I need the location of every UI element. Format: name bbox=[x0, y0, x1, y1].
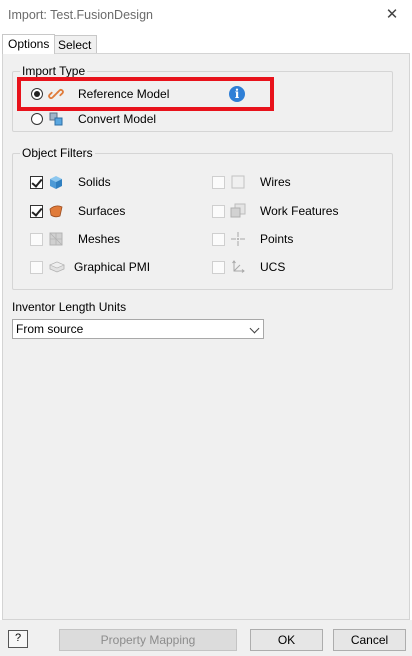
wires-checkbox[interactable] bbox=[212, 175, 225, 189]
filter-solids[interactable]: Solids bbox=[30, 173, 111, 191]
chevron-down-icon bbox=[249, 323, 260, 334]
surface-icon bbox=[49, 205, 63, 218]
filter-wires[interactable]: Wires bbox=[212, 173, 291, 191]
ok-button[interactable]: OK bbox=[250, 629, 323, 651]
property-mapping-button[interactable]: Property Mapping bbox=[59, 629, 237, 651]
tab-select[interactable]: Select bbox=[52, 35, 98, 54]
convert-model-label: Convert Model bbox=[78, 112, 157, 126]
length-units-value: From source bbox=[16, 322, 84, 336]
object-filters-legend: Object Filters bbox=[20, 146, 95, 160]
surfaces-checkbox[interactable] bbox=[30, 204, 43, 218]
graphical-pmi-label: Graphical PMI bbox=[74, 260, 151, 274]
length-units-select[interactable]: From source bbox=[12, 319, 264, 339]
filter-graphical-pmi[interactable]: Graphical PMI bbox=[30, 258, 150, 276]
points-label: Points bbox=[260, 232, 294, 246]
filter-points[interactable]: Points bbox=[212, 230, 293, 248]
filter-ucs[interactable]: UCS bbox=[212, 258, 285, 276]
work-features-checkbox[interactable] bbox=[212, 204, 225, 218]
convert-model-option[interactable]: Convert Model bbox=[31, 110, 156, 128]
solids-label: Solids bbox=[78, 175, 111, 189]
point-icon bbox=[231, 232, 245, 246]
length-units-label: Inventor Length Units bbox=[12, 300, 127, 314]
meshes-checkbox[interactable] bbox=[30, 232, 43, 246]
filter-meshes[interactable]: Meshes bbox=[30, 230, 120, 248]
help-icon[interactable]: ? bbox=[8, 630, 28, 648]
window-title: Import: Test.FusionDesign bbox=[8, 8, 153, 22]
reference-model-highlight bbox=[17, 77, 274, 111]
title-bar: Import: Test.FusionDesign ✕ bbox=[0, 0, 412, 30]
tab-options[interactable]: Options bbox=[2, 34, 56, 54]
pmi-icon bbox=[49, 261, 65, 273]
work-features-label: Work Features bbox=[260, 204, 339, 218]
wires-label: Wires bbox=[260, 175, 291, 189]
convert-model-radio[interactable] bbox=[31, 113, 43, 125]
surfaces-label: Surfaces bbox=[78, 204, 126, 218]
mesh-icon bbox=[49, 232, 63, 246]
ucs-checkbox[interactable] bbox=[212, 260, 225, 274]
convert-model-icon bbox=[49, 112, 63, 126]
close-icon[interactable]: ✕ bbox=[382, 5, 402, 25]
meshes-label: Meshes bbox=[78, 232, 121, 246]
import-type-legend: Import Type bbox=[20, 64, 88, 78]
filter-surfaces[interactable]: Surfaces bbox=[30, 202, 125, 220]
ucs-label: UCS bbox=[260, 260, 286, 274]
solids-checkbox[interactable] bbox=[30, 175, 43, 189]
filter-work-features[interactable]: Work Features bbox=[212, 202, 338, 220]
cancel-button[interactable]: Cancel bbox=[333, 629, 406, 651]
solid-cube-icon bbox=[50, 176, 62, 189]
ucs-icon bbox=[232, 260, 245, 273]
work-features-icon bbox=[230, 203, 246, 218]
graphical-pmi-checkbox[interactable] bbox=[30, 260, 43, 274]
wire-icon bbox=[231, 175, 245, 189]
points-checkbox[interactable] bbox=[212, 232, 225, 246]
